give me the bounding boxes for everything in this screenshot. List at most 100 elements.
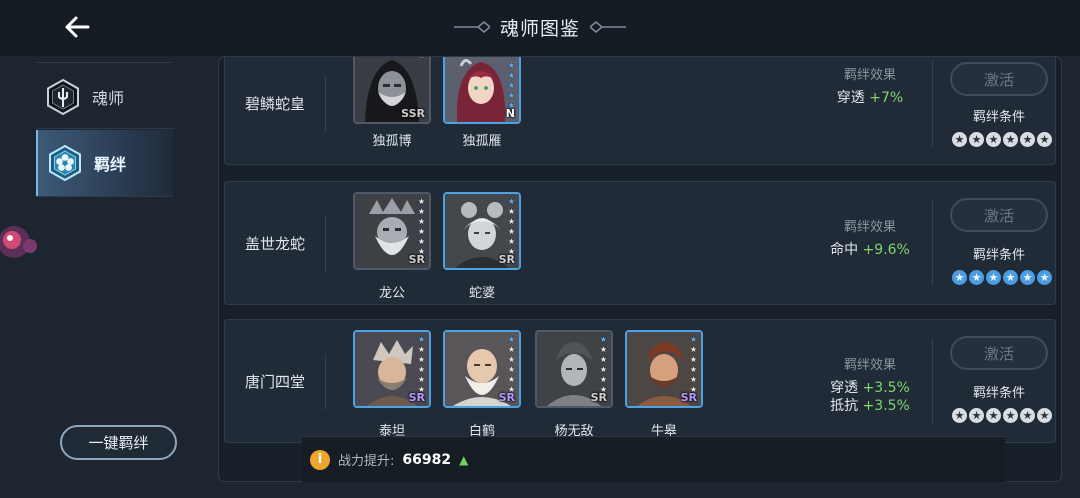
condition-stars: ★ ★ ★ ★ ★ ★ — [952, 270, 1052, 285]
activate-button[interactable]: 激活 — [950, 198, 1048, 232]
condition-stars: ★ ★ ★ ★ ★ ★ — [952, 408, 1052, 423]
star-icon: ★ — [689, 335, 697, 344]
effect-value: 命中 +9.6% — [830, 242, 910, 258]
star-icon: ★ — [1037, 408, 1052, 423]
star-icon: ★ — [689, 355, 697, 364]
star-icon: ★ — [599, 345, 607, 354]
rarity-badge: SR — [408, 391, 425, 404]
bond-row: 盖世龙蛇 ★ ★ ★ ★ ★ ★ SR 龙公 ★ ★ ★ ★ ★ ★ SR 蛇婆… — [224, 181, 1056, 305]
star-icon: ★ — [417, 207, 425, 216]
star-icon: ★ — [417, 345, 425, 354]
character-card-niu-gao[interactable]: ★ ★ ★ ★ ★ ★ SR — [625, 330, 703, 408]
star-icon: ★ — [417, 227, 425, 236]
star-icon: ★ — [417, 217, 425, 226]
star-icon: ★ — [507, 217, 515, 226]
star-icon: ★ — [986, 408, 1001, 423]
effect-label: 羁绊效果 — [843, 220, 896, 235]
power-bar: i 战力提升: 66982 ▲ — [302, 436, 1005, 482]
star-icon: ★ — [952, 132, 967, 147]
title-ornament-right-icon — [590, 21, 626, 33]
star-icon: ★ — [417, 365, 425, 374]
star-icon: ★ — [1003, 408, 1018, 423]
bond-effect: 羁绊效果 命中 +9.6% — [815, 216, 925, 259]
star-icon: ★ — [507, 355, 515, 364]
sidebar-item-soul-master[interactable]: 魂师 — [36, 64, 173, 130]
star-icon: ★ — [952, 408, 967, 423]
star-icon: ★ — [1037, 270, 1052, 285]
character-name: 独孤博 — [372, 134, 412, 149]
bond-effect: 羁绊效果 穿透 +7% — [815, 64, 925, 107]
star-icon: ★ — [986, 132, 1001, 147]
character-card-dugu-yan[interactable]: ★ ★ ★ ★ ★ ★ N — [443, 57, 521, 124]
star-column: ★ ★ ★ ★ ★ ★ — [508, 335, 515, 394]
mascot-decoration-icon — [0, 226, 37, 258]
star-icon: ★ — [599, 365, 607, 374]
rarity-badge: N — [505, 107, 515, 120]
star-icon: ★ — [417, 197, 425, 206]
star-icon: ★ — [507, 61, 515, 70]
divider — [932, 338, 933, 424]
star-icon: ★ — [417, 237, 425, 246]
star-icon: ★ — [507, 375, 515, 384]
star-icon: ★ — [507, 91, 515, 100]
bond-name: 唐门四堂 — [244, 372, 305, 391]
star-icon: ★ — [507, 345, 515, 354]
activate-button[interactable]: 激活 — [950, 62, 1048, 96]
character-card-yang-wudi[interactable]: ★ ★ ★ ★ ★ ★ SR — [535, 330, 613, 408]
star-icon: ★ — [507, 81, 515, 90]
character-card-bai-he[interactable]: ★ ★ ★ ★ ★ ★ SR — [443, 330, 521, 408]
star-icon: ★ — [508, 57, 515, 60]
star-column: ★ — [418, 57, 425, 60]
sidebar-item-label: 魂师 — [92, 89, 125, 108]
character-name: 蛇婆 — [468, 286, 495, 301]
trident-icon — [47, 78, 79, 116]
sidebar-divider — [36, 196, 173, 197]
arrow-up-icon: ▲ — [459, 452, 469, 467]
sidebar-item-bond[interactable]: 羁绊 — [36, 130, 173, 196]
star-icon: ★ — [507, 227, 515, 236]
character-card-tai-tan[interactable]: ★ ★ ★ ★ ★ ★ SR — [353, 330, 431, 408]
star-icon: ★ — [952, 270, 967, 285]
divider — [325, 354, 326, 410]
character-card-dugu-bo[interactable]: ★ SSR — [353, 57, 431, 124]
page-title: 魂师图鉴 — [499, 17, 580, 40]
condition-label: 羁绊条件 — [972, 386, 1025, 401]
character-card-she-po[interactable]: ★ ★ ★ ★ ★ ★ SR — [443, 192, 521, 270]
one-key-bond-button[interactable]: 一键羁绊 — [60, 425, 177, 460]
activate-button[interactable]: 激活 — [950, 336, 1048, 370]
star-icon: ★ — [1003, 270, 1018, 285]
bond-row: 唐门四堂 ★ ★ ★ ★ ★ ★ SR 泰坦 ★ ★ ★ ★ ★ ★ SR 白鹤… — [224, 319, 1056, 443]
flower-icon — [49, 144, 81, 182]
character-card-long-gong[interactable]: ★ ★ ★ ★ ★ ★ SR — [353, 192, 431, 270]
star-column: ★ ★ ★ ★ ★ ★ — [507, 57, 515, 110]
star-column: ★ ★ ★ ★ ★ ★ — [600, 335, 607, 394]
star-icon: ★ — [507, 197, 515, 206]
bond-row: 碧鳞蛇皇 ★ SSR 独孤博 — [224, 57, 1056, 165]
star-icon: ★ — [1037, 132, 1052, 147]
star-icon: ★ — [599, 335, 607, 344]
power-value: 66982 — [402, 451, 452, 468]
power-label: 战力提升: — [338, 454, 395, 469]
star-icon: ★ — [417, 335, 425, 344]
divider — [325, 76, 326, 132]
bond-name: 盖世龙蛇 — [244, 234, 305, 253]
title-ornament-left-icon — [453, 21, 490, 33]
star-icon: ★ — [417, 375, 425, 384]
condition-stars: ★ ★ ★ ★ ★ ★ — [952, 132, 1052, 147]
effect-value: 穿透 +7% — [836, 90, 904, 106]
rarity-badge: SR — [590, 391, 607, 404]
star-icon: ★ — [969, 270, 984, 285]
top-bar: 魂师图鉴 — [0, 0, 1080, 56]
effect-value: 抵抗 +3.5% — [830, 398, 910, 414]
effect-value: 穿透 +3.5% — [830, 380, 910, 396]
star-icon: ★ — [599, 355, 607, 364]
sidebar-divider — [36, 128, 173, 129]
star-icon: ★ — [689, 375, 697, 384]
star-icon: ★ — [1020, 132, 1035, 147]
star-icon: ★ — [969, 132, 984, 147]
rarity-badge: SR — [498, 391, 515, 404]
bond-list[interactable]: 碧鳞蛇皇 ★ SSR 独孤博 — [218, 56, 1062, 482]
info-icon[interactable]: i — [310, 449, 330, 470]
star-column: ★ ★ ★ ★ ★ ★ — [690, 335, 697, 394]
star-icon: ★ — [507, 207, 515, 216]
